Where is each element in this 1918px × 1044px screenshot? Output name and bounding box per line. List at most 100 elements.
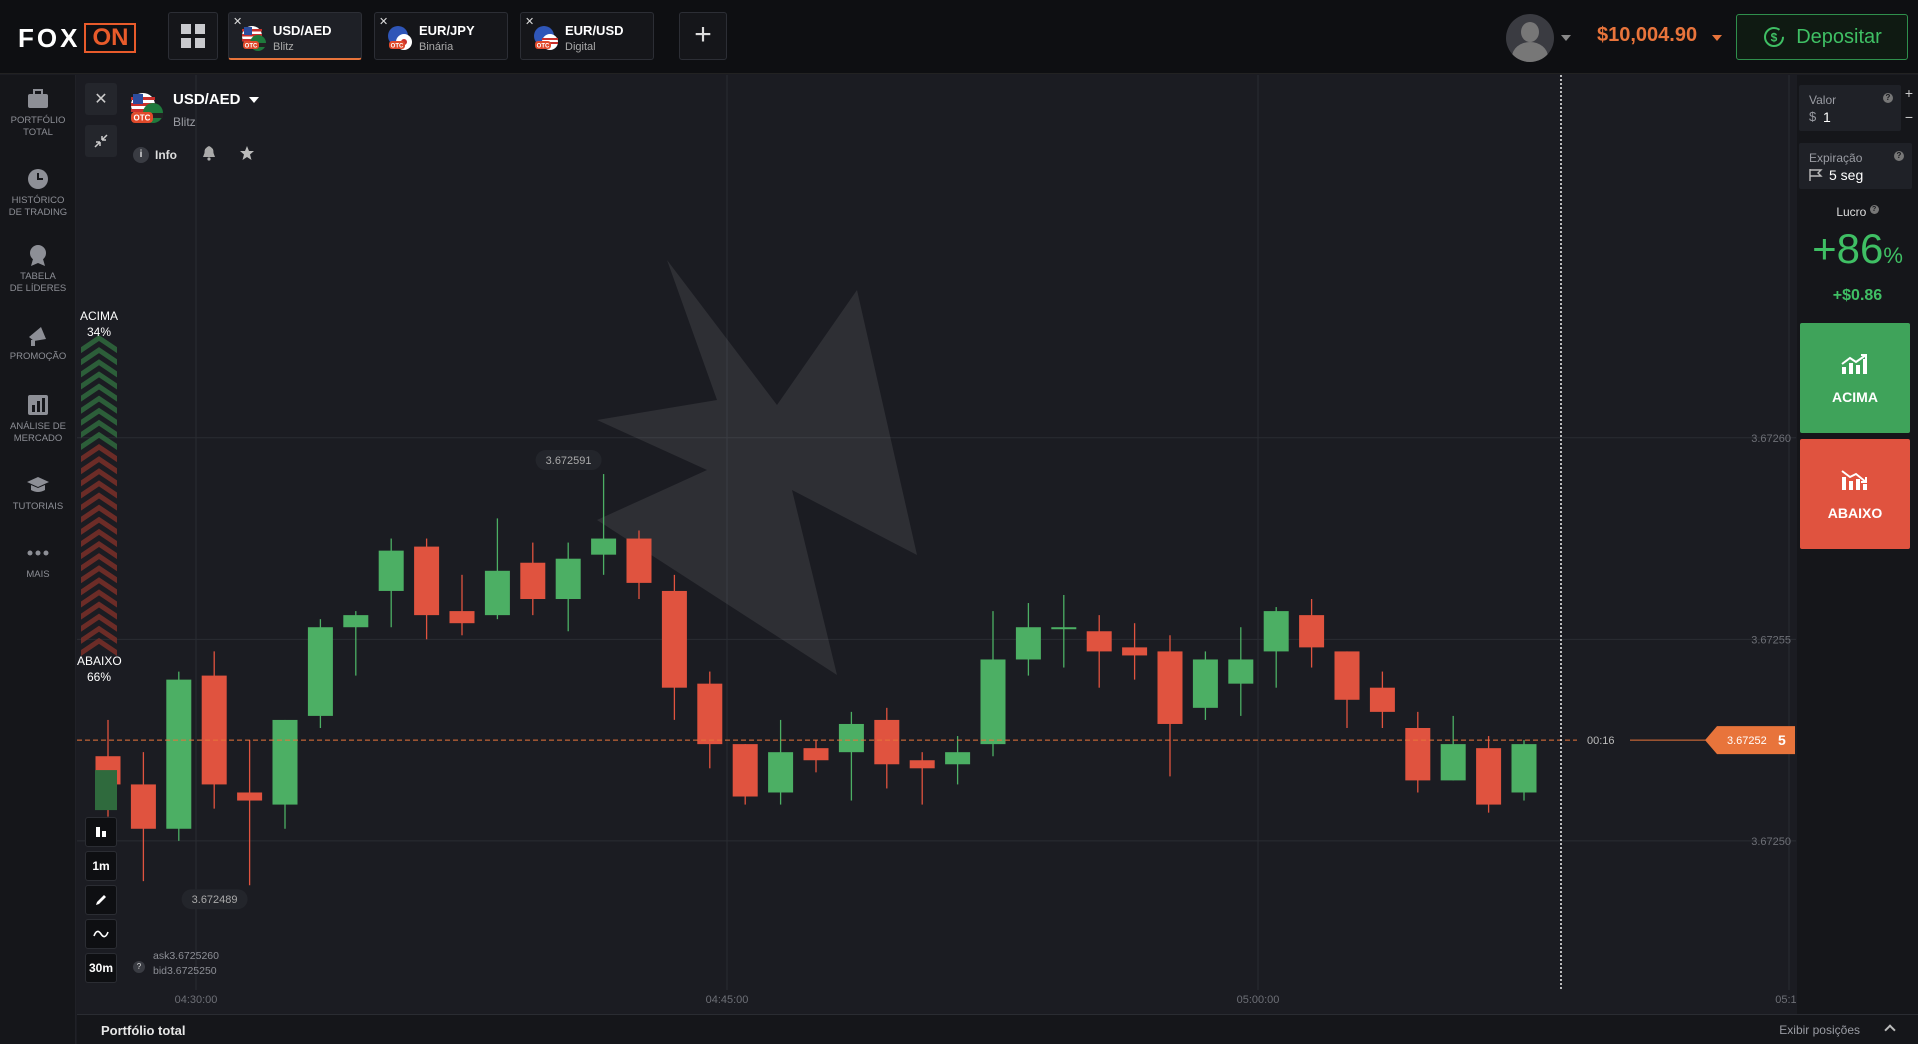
add-tab-button[interactable]: + xyxy=(679,12,727,60)
tab-eur-usd[interactable]: ✕ OTC EUR/USD Digital xyxy=(520,12,654,60)
candle-up xyxy=(838,723,864,753)
sidebar-item-label: TABELA xyxy=(20,271,56,282)
candle-up xyxy=(1440,744,1466,781)
portfolio-total-tab[interactable]: Portfólio total xyxy=(101,1023,186,1038)
time-tick-label: 04:30:00 xyxy=(175,994,218,1006)
put-down-label: ABAIXO xyxy=(1827,505,1883,521)
candle-down xyxy=(909,760,935,769)
deposit-button[interactable]: $ Depositar xyxy=(1736,14,1908,60)
sidebar-item-label: ANÁLISE DE xyxy=(10,421,66,432)
candle-up xyxy=(166,679,192,829)
logo[interactable]: FOX ON xyxy=(18,22,137,54)
candle-down xyxy=(1476,748,1502,805)
indicators-button[interactable] xyxy=(85,919,117,949)
us-flag-icon: OTC xyxy=(242,26,266,51)
tab-usd-aed[interactable]: ✕ OTC USD/AED Blitz xyxy=(228,12,362,60)
candle-up xyxy=(343,615,369,628)
candle-up xyxy=(1263,611,1289,652)
timeframe-button[interactable]: 1m xyxy=(85,851,117,881)
profit-percent-value: +86 xyxy=(1812,225,1884,272)
chevron-up-icon[interactable] xyxy=(1884,1024,1896,1036)
avatar[interactable] xyxy=(1506,14,1554,62)
candle-up xyxy=(768,752,794,793)
trade-panel: Valor ? $ 1 + − Expiração ? 5 seg Lucro … xyxy=(1797,75,1918,1044)
sidebar-item-label: TOTAL xyxy=(23,127,53,138)
sidebar-item-history[interactable]: HISTÓRICO DE TRADING xyxy=(0,167,76,219)
tab-mode: Binária xyxy=(419,41,454,53)
briefcase-icon xyxy=(26,87,50,111)
low-price-label: 3.672489 xyxy=(192,894,238,906)
zoom-button[interactable]: 30m xyxy=(85,953,117,983)
sidebar-item-label: TUTORIAIS xyxy=(12,501,64,512)
chart-area[interactable]: 04:30:00 04:45:00 05:00:00 05:15 3.67260 3.67… xyxy=(77,75,1796,1014)
sidebar: PORTFÓLIO TOTAL HISTÓRICO DE TRADING TAB… xyxy=(0,75,76,1044)
collapse-icon xyxy=(94,134,108,148)
sidebar-item-label: DE LÍDERES xyxy=(9,283,67,294)
layout-grid-button[interactable] xyxy=(168,12,218,60)
tab-mode: Digital xyxy=(565,41,596,53)
candle-down xyxy=(1122,647,1148,656)
sidebar-item-leaderboard[interactable]: TABELA DE LÍDERES xyxy=(0,243,76,295)
candle-down xyxy=(201,675,227,785)
more-icon xyxy=(26,541,50,565)
profit-label-row: Lucro ? xyxy=(1797,205,1918,219)
star-icon[interactable] xyxy=(239,145,255,164)
bottom-bar: Portfólio total Exibir posições xyxy=(77,1014,1918,1044)
collapse-chart-button[interactable] xyxy=(85,125,117,157)
candle-down xyxy=(1369,687,1395,712)
grid-icon xyxy=(181,24,205,48)
flag-icon xyxy=(1809,169,1823,181)
price-chart[interactable]: 04:30:00 04:45:00 05:00:00 05:15 3.67260 3.67… xyxy=(77,75,1796,1014)
plus-icon: + xyxy=(694,18,712,51)
tab-eur-jpy[interactable]: ✕ OTC EUR/JPY Binária xyxy=(374,12,508,60)
bell-icon[interactable] xyxy=(201,145,217,164)
account-balance[interactable]: $10,004.90 xyxy=(1597,24,1697,47)
info-button[interactable]: i Info xyxy=(133,146,177,163)
ask-price: ask3.6725260 xyxy=(153,950,219,962)
close-chart-button[interactable]: ✕ xyxy=(85,83,117,115)
sidebar-item-promotion[interactable]: PROMOÇÃO xyxy=(0,323,76,363)
medal-icon xyxy=(26,243,50,267)
sidebar-item-portfolio[interactable]: PORTFÓLIO TOTAL xyxy=(0,87,76,139)
profit-label: Lucro xyxy=(1836,205,1867,219)
increase-amount-button[interactable]: + xyxy=(1902,85,1916,109)
amount-value[interactable]: 1 xyxy=(1823,109,1831,125)
logo-text: FOX xyxy=(18,22,81,53)
help-icon[interactable]: ? xyxy=(133,961,145,973)
logo-badge: ON xyxy=(84,23,137,53)
candle-down xyxy=(1299,615,1325,648)
sidebar-item-market-analysis[interactable]: ANÁLISE DE MERCADO xyxy=(0,393,76,445)
balance-chevron-down-icon[interactable] xyxy=(1712,35,1722,41)
tab-mode: Blitz xyxy=(273,41,294,53)
help-icon[interactable]: ? xyxy=(1883,93,1893,103)
candle-up xyxy=(484,570,510,616)
help-icon[interactable]: ? xyxy=(1869,205,1879,214)
candle-up xyxy=(1015,627,1041,660)
info-icon: i xyxy=(133,146,149,163)
svg-text:OTC: OTC xyxy=(245,44,258,50)
candle-down xyxy=(626,538,652,583)
help-icon[interactable]: ? xyxy=(1894,151,1904,161)
expiration-field[interactable]: Expiração ? 5 seg xyxy=(1799,143,1912,189)
show-positions-link[interactable]: Exibir posições xyxy=(1779,1023,1860,1037)
sidebar-item-tutorials[interactable]: TUTORIAIS xyxy=(0,473,76,513)
avatar-chevron-down-icon[interactable] xyxy=(1561,35,1571,41)
call-up-button[interactable]: ACIMA xyxy=(1800,323,1910,433)
amount-field[interactable]: Valor ? $ 1 xyxy=(1799,85,1901,131)
tab-pair: EUR/USD xyxy=(565,23,624,38)
deposit-label: Depositar xyxy=(1796,25,1882,48)
chart-type-button[interactable] xyxy=(85,817,117,847)
sidebar-item-more[interactable]: MAIS xyxy=(0,541,76,581)
plus-icon: + xyxy=(1904,85,1914,101)
candle-down xyxy=(732,744,758,797)
put-down-button[interactable]: ABAIXO xyxy=(1800,439,1910,549)
watermark-logo xyxy=(597,260,917,675)
asset-selector[interactable]: USD/AED xyxy=(173,91,259,108)
bid-price: bid3.6725250 xyxy=(153,965,217,977)
sidebar-item-label: PORTFÓLIO xyxy=(10,115,66,126)
percent-sign: % xyxy=(1883,243,1903,268)
candle-down xyxy=(130,784,156,829)
decrease-amount-button[interactable]: − xyxy=(1902,109,1916,133)
usd-aed-flag-icon: OTC xyxy=(131,93,163,123)
drawing-tool-button[interactable] xyxy=(85,885,117,915)
